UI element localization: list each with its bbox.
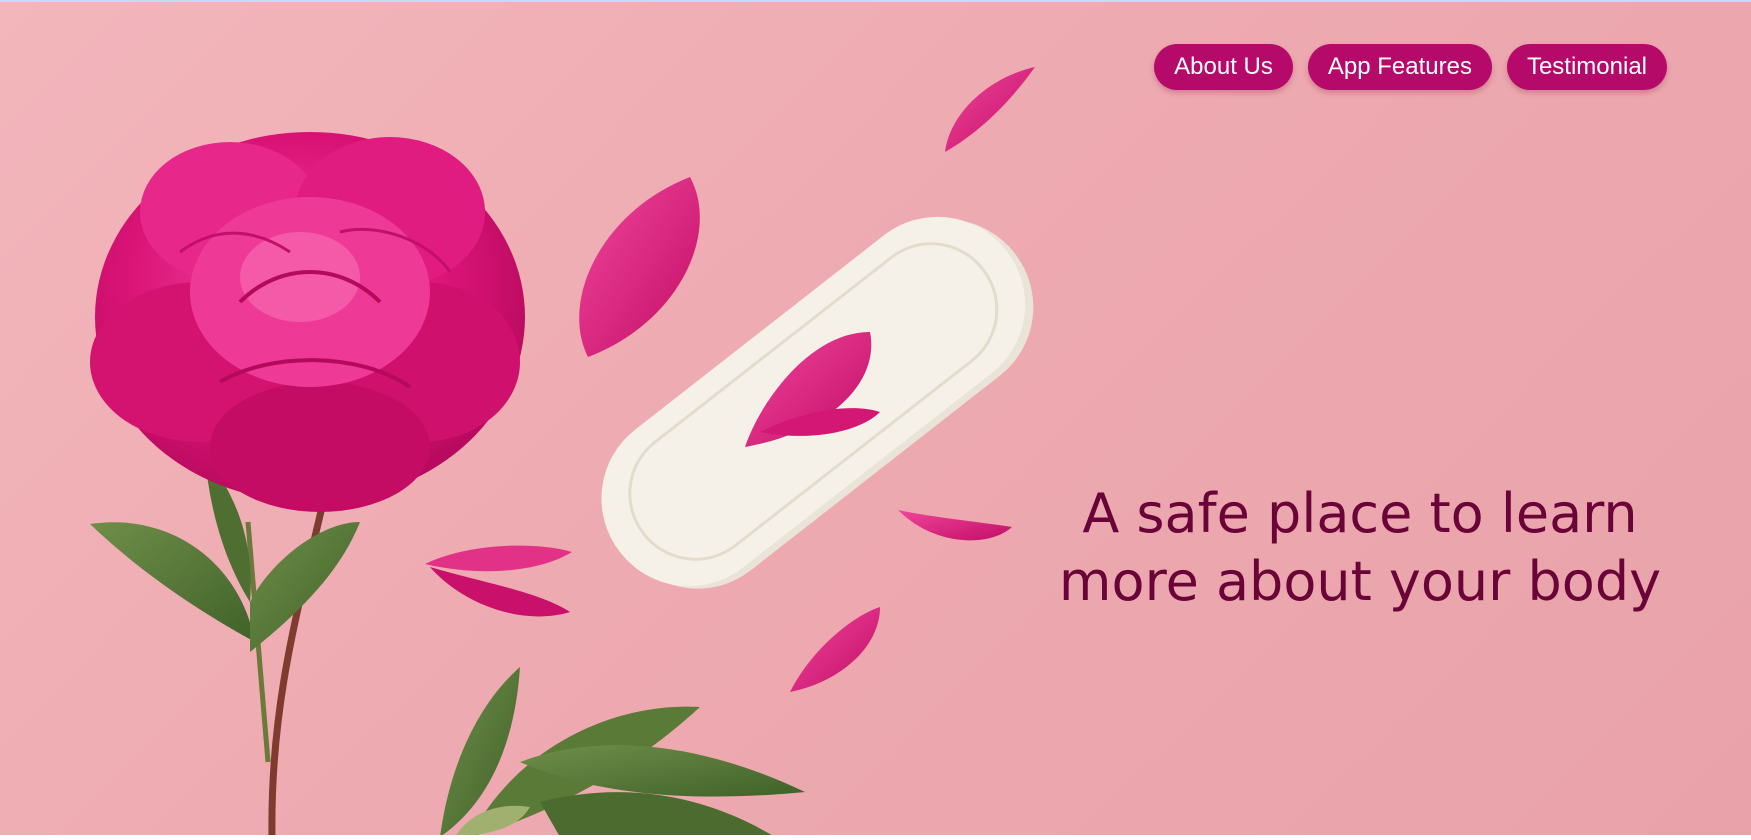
hero-section: About Us App Features Testimonial A safe… (0, 0, 1751, 835)
nav-testimonial-button[interactable]: Testimonial (1506, 44, 1667, 90)
hero-headline-line-1: A safe place to learn (1082, 482, 1638, 545)
nav-app-features-button[interactable]: App Features (1307, 44, 1492, 90)
top-navigation: About Us App Features Testimonial (1154, 44, 1667, 90)
hero-headline-line-2: more about your body (1058, 550, 1662, 613)
peony-flower (90, 132, 525, 512)
hero-background-image (90, 67, 1035, 835)
hero-headline: A safe place to learn more about your bo… (1020, 480, 1700, 616)
nav-about-us-button[interactable]: About Us (1154, 44, 1293, 90)
